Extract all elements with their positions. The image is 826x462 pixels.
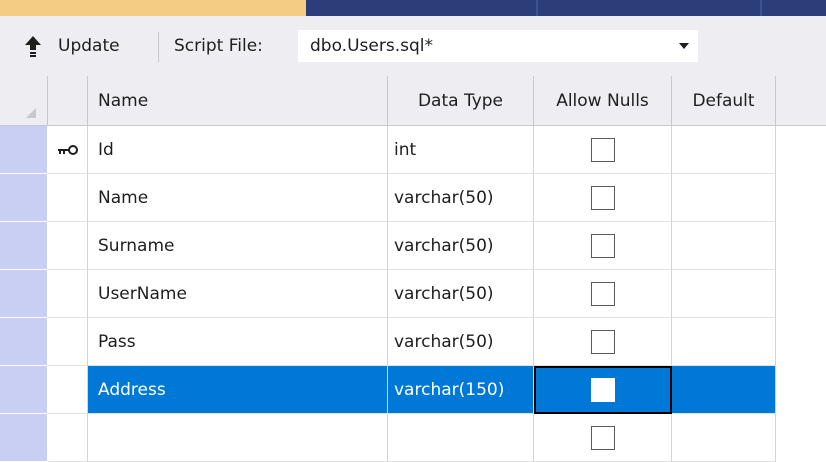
data-type-cell[interactable]: varchar(50) [388, 318, 534, 366]
tab-separator [760, 0, 762, 16]
allow-nulls-checkbox[interactable] [590, 233, 615, 258]
default-value-cell[interactable] [672, 414, 776, 462]
allow-nulls-checkbox[interactable] [590, 425, 615, 450]
column-name-cell[interactable]: Address [88, 366, 388, 414]
column-header-allow-nulls[interactable]: Allow Nulls [534, 76, 672, 126]
column-name-text: Pass [98, 331, 136, 352]
column-name-cell[interactable]: Surname [88, 222, 388, 270]
allow-nulls-cell [534, 126, 672, 174]
column-name-text: Name [98, 187, 149, 208]
column-header-data-type[interactable]: Data Type [388, 76, 534, 126]
grid-corner[interactable] [0, 76, 48, 126]
key-column-header [48, 76, 88, 126]
key-cell [48, 126, 88, 174]
select-all-icon [26, 108, 36, 118]
allow-nulls-cell [534, 222, 672, 270]
default-value-cell[interactable] [672, 270, 776, 318]
data-type-cell[interactable]: int [388, 126, 534, 174]
column-name-cell[interactable]: UserName [88, 270, 388, 318]
script-file-value: dbo.Users.sql* [310, 36, 433, 56]
update-button[interactable]: Update [58, 16, 120, 76]
allow-nulls-cell [534, 174, 672, 222]
data-type-text: varchar(50) [394, 283, 494, 304]
column-name-cell[interactable]: Id [88, 126, 388, 174]
default-value-cell[interactable] [672, 366, 776, 414]
table-row[interactable]: Id int [0, 126, 826, 174]
column-header-default[interactable]: Default [672, 76, 776, 126]
column-name-text: Address [98, 379, 166, 400]
allow-nulls-checkbox[interactable] [590, 281, 615, 306]
allow-nulls-cell [534, 318, 672, 366]
allow-nulls-checkbox[interactable] [590, 137, 615, 162]
data-type-text: int [394, 139, 417, 160]
chevron-down-icon[interactable] [670, 43, 698, 49]
column-name-text: Surname [98, 235, 175, 256]
column-header-name[interactable]: Name [88, 76, 388, 126]
row-header[interactable] [0, 414, 48, 462]
table-row[interactable]: Pass varchar(50) [0, 318, 826, 366]
allow-nulls-checkbox[interactable] [591, 378, 615, 402]
header-filler [776, 76, 826, 126]
default-value-cell[interactable] [672, 318, 776, 366]
row-header[interactable] [0, 318, 48, 366]
tab-separator [536, 0, 538, 16]
data-type-cell[interactable]: varchar(50) [388, 270, 534, 318]
key-cell [48, 174, 88, 222]
data-type-cell[interactable]: varchar(50) [388, 174, 534, 222]
column-name-text: UserName [98, 283, 187, 304]
default-value-cell[interactable] [672, 126, 776, 174]
key-cell [48, 318, 88, 366]
data-type-cell[interactable]: varchar(150) [388, 366, 534, 414]
allow-nulls-checkbox[interactable] [590, 329, 615, 354]
allow-nulls-cell [534, 414, 672, 462]
update-label: Update [58, 36, 120, 56]
data-type-cell[interactable] [388, 414, 534, 462]
table-row[interactable]: UserName varchar(50) [0, 270, 826, 318]
allow-nulls-cell [534, 270, 672, 318]
key-cell [48, 366, 88, 414]
active-document-tab[interactable] [0, 0, 306, 16]
data-type-cell[interactable]: varchar(50) [388, 222, 534, 270]
key-icon [57, 140, 79, 160]
row-header[interactable] [0, 126, 48, 174]
script-file-dropdown[interactable]: dbo.Users.sql* [298, 30, 698, 62]
column-name-text: Id [98, 139, 114, 160]
row-header[interactable] [0, 366, 48, 414]
table-row[interactable]: Name varchar(50) [0, 174, 826, 222]
column-name-cell[interactable]: Pass [88, 318, 388, 366]
data-type-text: varchar(50) [394, 235, 494, 256]
key-cell [48, 222, 88, 270]
upload-arrow-icon[interactable] [24, 16, 42, 76]
column-name-cell[interactable]: Name [88, 174, 388, 222]
row-header[interactable] [0, 270, 48, 318]
allow-nulls-cell [534, 366, 672, 414]
data-type-text: varchar(150) [394, 379, 505, 400]
row-header[interactable] [0, 174, 48, 222]
table-row[interactable]: Address varchar(150) [0, 366, 826, 414]
toolbar-divider [158, 32, 159, 62]
column-name-cell[interactable] [88, 414, 388, 462]
script-file-label: Script File: [174, 36, 263, 56]
data-type-text: varchar(50) [394, 331, 494, 352]
table-designer-grid: Name Data Type Allow Nulls Default Id int… [0, 76, 826, 462]
data-type-text: varchar(50) [394, 187, 494, 208]
allow-nulls-checkbox[interactable] [590, 185, 615, 210]
default-value-cell[interactable] [672, 222, 776, 270]
key-cell [48, 270, 88, 318]
row-header[interactable] [0, 222, 48, 270]
document-tab-strip [0, 0, 826, 16]
table-row[interactable] [0, 414, 826, 462]
key-cell [48, 414, 88, 462]
default-value-cell[interactable] [672, 174, 776, 222]
designer-toolbar: Update Script File: dbo.Users.sql* [0, 16, 826, 76]
table-row[interactable]: Surname varchar(50) [0, 222, 826, 270]
